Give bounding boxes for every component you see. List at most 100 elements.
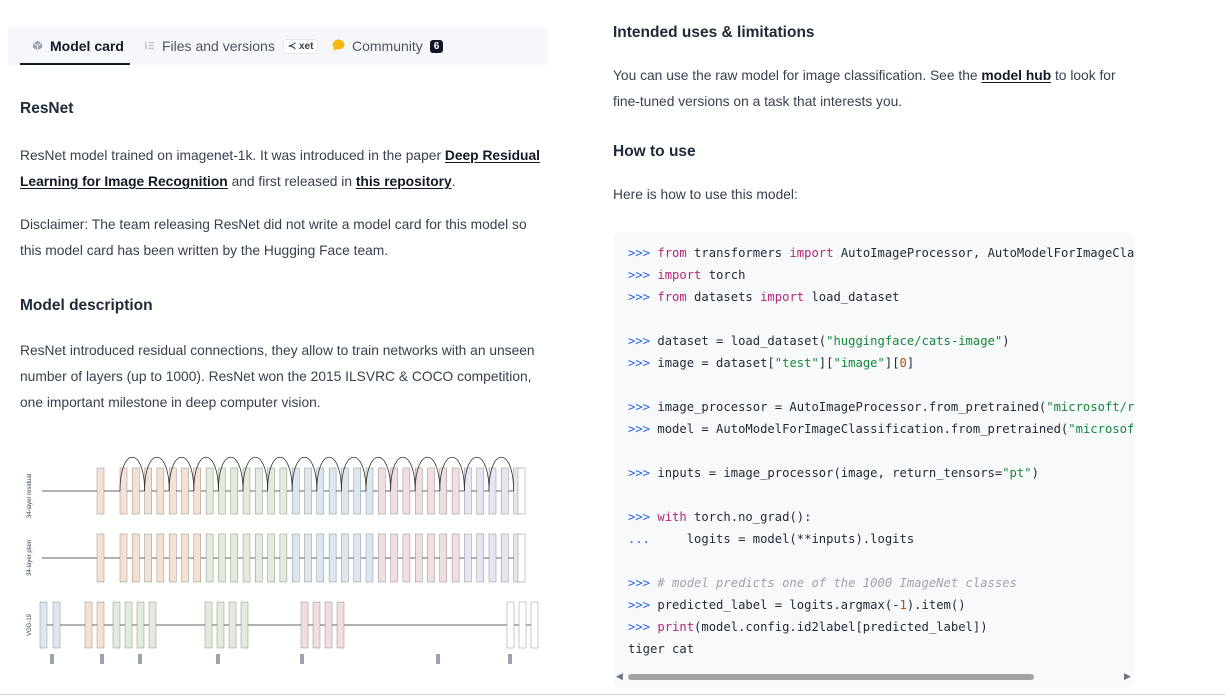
tab-model-card[interactable]: Model card (32, 27, 124, 65)
diagram-layer (218, 533, 226, 583)
diagram-layer (148, 601, 157, 649)
diagram-layer (390, 533, 398, 583)
diagram-tick (216, 654, 220, 664)
diagram-layer (324, 601, 333, 649)
diagram-layer (464, 533, 472, 583)
how-to-use-text: Here is how to use this model: (613, 187, 798, 202)
diagram-layer (427, 533, 435, 583)
cube-icon (32, 38, 43, 54)
diagram-layer (518, 601, 527, 649)
diagram-layer (136, 601, 145, 649)
diagram-tick (436, 654, 440, 664)
diagram-layer (517, 533, 526, 583)
diagram-layer (292, 533, 300, 583)
diagram-layer (204, 601, 213, 649)
row-label-vgg: VGG-19 (27, 613, 33, 636)
diagram-layer (517, 467, 526, 515)
diagram-layer (144, 533, 152, 583)
resnet-architecture-diagram: 34-layer residual 34-layer plain VGG-19 (27, 457, 539, 664)
diagram-layer (230, 533, 238, 583)
diagram-layer (365, 533, 374, 583)
row-label-plain: 34-layer plain (27, 540, 33, 576)
diagram-layer (156, 467, 165, 515)
diagram-layer (530, 601, 539, 649)
diagram-layer (119, 533, 128, 583)
page-title: ResNet (20, 100, 74, 117)
scrollbar-thumb[interactable] (628, 674, 1034, 680)
diagram-layer (439, 533, 447, 583)
code-text: >>> from transformers import AutoImagePr… (628, 246, 1134, 656)
diagram-layer (415, 533, 423, 583)
diagram-layer (255, 467, 263, 515)
tab-community-label: Community (352, 38, 423, 54)
code-block[interactable]: >>> from transformers import AutoImagePr… (614, 232, 1134, 688)
diagram-layer (132, 467, 140, 515)
diagram-layer (341, 533, 349, 583)
diagram-layer (488, 533, 497, 583)
tab-files-label: Files and versions (162, 38, 275, 54)
diagram-layer (216, 601, 225, 649)
repository-link[interactable]: this repository (356, 174, 452, 189)
diagram-layer (39, 601, 48, 649)
diagram-layer (336, 601, 345, 649)
diagram-layer (300, 601, 309, 649)
diagram-layer (316, 533, 324, 583)
divider (0, 694, 1225, 695)
diagram-layer (476, 533, 484, 583)
diagram-layer (451, 467, 460, 515)
code-horizontal-scrollbar[interactable]: ◀ ▶ (614, 671, 1134, 683)
diagram-layer (279, 467, 288, 515)
diagram-layer (501, 467, 509, 515)
diagram-layer (378, 533, 386, 583)
model-description-paragraph: ResNet introduced residual connections, … (20, 343, 535, 410)
diagram-layer (205, 533, 214, 583)
diagram-layer (168, 533, 177, 583)
row-label-residual: 34-layer residual (27, 474, 33, 518)
tab-community[interactable]: Community 6 (332, 27, 444, 65)
diagram-layer (402, 467, 411, 515)
diagram-layer (506, 601, 515, 649)
diagram-layer (181, 467, 189, 515)
xet-badge: ≺ xet (282, 38, 319, 54)
diagram-layer (193, 533, 202, 583)
diagram-layer (304, 533, 312, 583)
xet-icon: ≺ (287, 40, 299, 52)
scroll-left-arrow-icon[interactable]: ◀ (616, 671, 623, 682)
diagram-layer (476, 467, 484, 515)
diagram-layer (96, 467, 105, 515)
tab-files-and-versions[interactable]: Files and versions ≺ xet (144, 27, 319, 65)
diagram-layer (312, 601, 321, 649)
diagram-layer (124, 601, 133, 649)
diagram-layer (112, 601, 121, 649)
scroll-right-arrow-icon[interactable]: ▶ (1124, 671, 1131, 682)
diagram-layer (328, 533, 337, 583)
diagram-layer (501, 533, 509, 583)
diagram-row-labels: 34-layer residual 34-layer plain VGG-19 (27, 474, 33, 636)
diagram-layer (156, 533, 165, 583)
diagram-tick (138, 654, 142, 664)
chat-bubble-icon (332, 38, 345, 54)
diagram-layer (451, 533, 460, 583)
diagram-tick (300, 654, 304, 664)
diagram-layer (132, 533, 140, 583)
how-to-use-heading: How to use (613, 143, 696, 160)
diagram-layer (279, 533, 288, 583)
diagram-tick (50, 654, 54, 664)
diagram-layer (242, 533, 251, 583)
diagram-layer (205, 467, 214, 515)
diagram-layer (181, 533, 189, 583)
active-tab-underline (20, 63, 130, 65)
diagram-layer (267, 533, 275, 583)
diagram-layer (228, 601, 237, 649)
diagram-layer (230, 467, 238, 515)
diagram-tick (100, 654, 104, 664)
diagram-layer (240, 601, 249, 649)
diagram-layer (255, 533, 263, 583)
model-hub-link[interactable]: model hub (981, 68, 1051, 83)
diagram-layer (84, 601, 93, 649)
tab-model-card-label: Model card (50, 38, 124, 54)
diagram-layer (402, 533, 411, 583)
diagram-layer (328, 467, 337, 515)
intended-uses-heading: Intended uses & limitations (613, 24, 815, 41)
diagram-layer (353, 533, 361, 583)
